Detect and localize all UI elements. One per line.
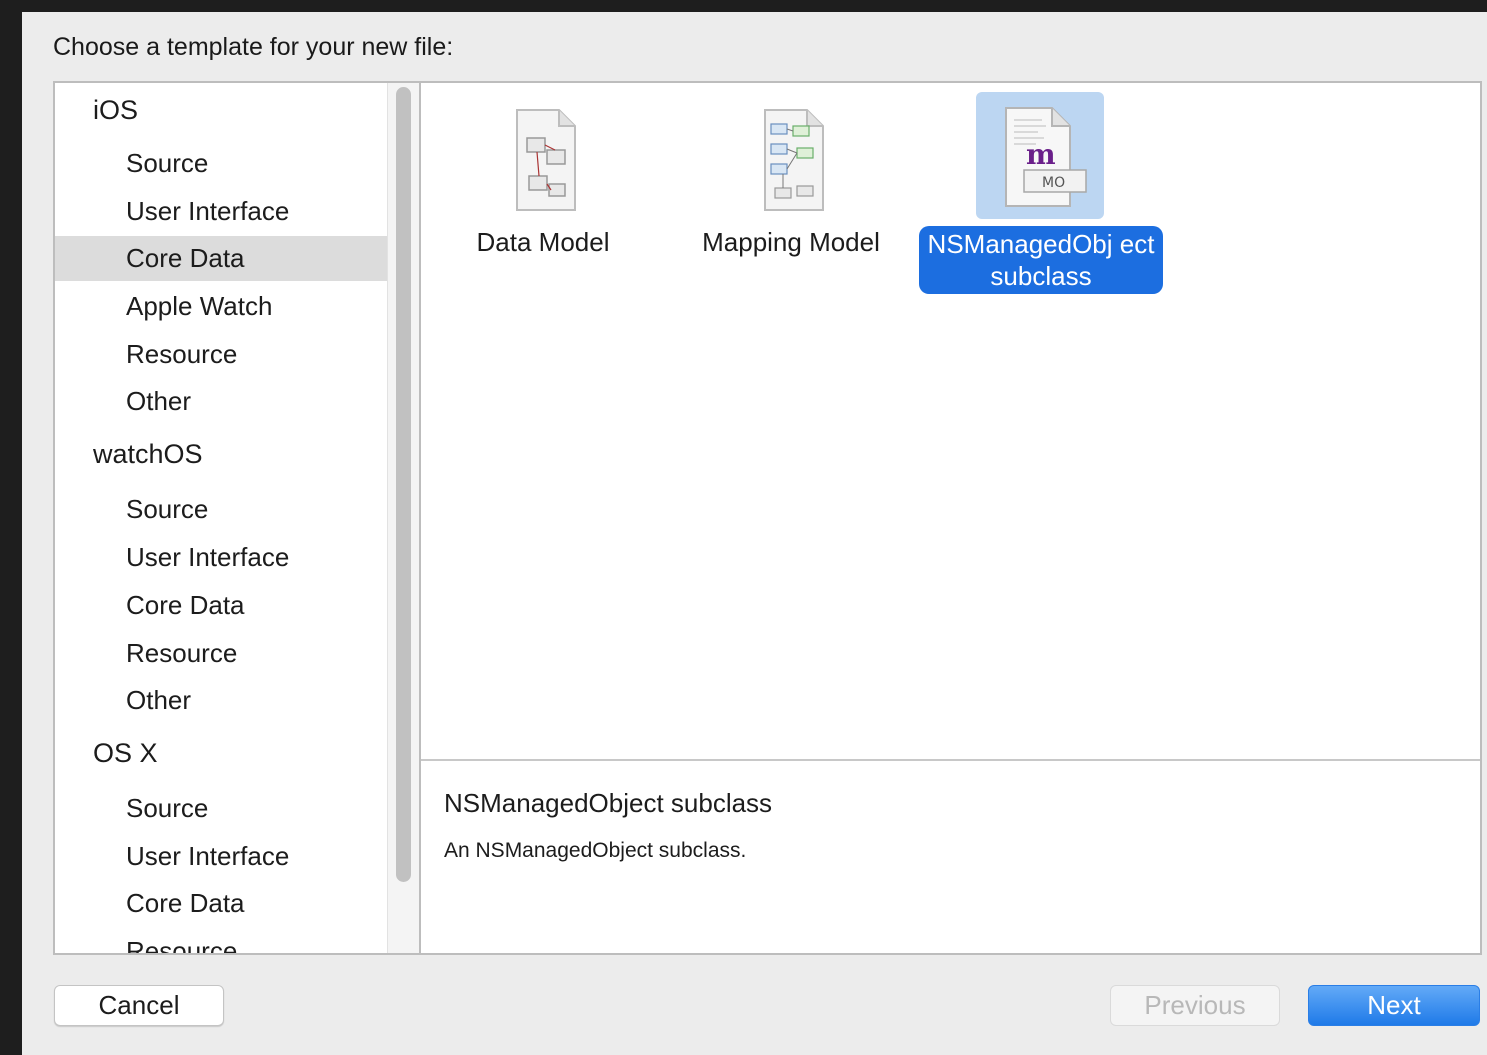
sidebar-item-osx-source[interactable]: Source <box>55 786 387 831</box>
dialog-prompt: Choose a template for your new file: <box>53 33 454 61</box>
template-description-title: NSManagedObject subclass <box>444 788 773 818</box>
sidebar-item-watchos-other[interactable]: Other <box>55 678 387 723</box>
sidebar-scrollbar[interactable] <box>387 83 419 953</box>
category-watchos: watchOS <box>93 439 203 469</box>
category-ios: iOS <box>93 95 139 125</box>
sidebar-scroll-thumb[interactable] <box>396 87 411 882</box>
sidebar-item-osx-core-data[interactable]: Core Data <box>55 881 387 926</box>
previous-button[interactable]: Previous <box>1110 985 1280 1026</box>
mapping-model-file-icon[interactable] <box>727 92 855 219</box>
template-description-text: An NSManagedObject subclass. <box>444 839 747 862</box>
category-osx: OS X <box>93 738 158 768</box>
sidebar-item-ios-user-interface[interactable]: User Interface <box>55 189 387 234</box>
sidebar-item-ios-core-data[interactable]: Core Data <box>55 236 387 281</box>
sidebar-item-ios-source[interactable]: Source <box>55 141 387 186</box>
sidebar-item-ios-apple-watch[interactable]: Apple Watch <box>55 284 387 329</box>
managed-object-letter: m <box>1026 138 1056 171</box>
sidebar-item-watchos-resource[interactable]: Resource <box>55 631 387 676</box>
sidebar-item-osx-user-interface[interactable]: User Interface <box>55 834 387 879</box>
managed-object-file-icon[interactable]: m MO <box>976 92 1104 219</box>
template-label: Data Model <box>476 227 610 257</box>
sidebar-item-ios-resource[interactable]: Resource <box>55 332 387 377</box>
next-button[interactable]: Next <box>1308 985 1480 1026</box>
sidebar-item-ios-other[interactable]: Other <box>55 379 387 424</box>
template-category-sidebar[interactable]: iOS Source User Interface Core Data Appl… <box>53 81 421 955</box>
template-gallery: Data Model Mapping Model m MO NSManagedO… <box>419 81 1482 955</box>
cancel-button[interactable]: Cancel <box>54 985 224 1026</box>
sidebar-item-watchos-user-interface[interactable]: User Interface <box>55 535 387 580</box>
sidebar-item-watchos-source[interactable]: Source <box>55 487 387 532</box>
template-label: Mapping Model <box>702 227 880 257</box>
managed-object-badge-text: MO <box>1042 175 1065 191</box>
data-model-file-icon[interactable] <box>479 92 607 219</box>
description-divider <box>421 759 1480 761</box>
template-chooser-sheet: Choose a template for your new file: iOS… <box>22 12 1487 1055</box>
sidebar-item-osx-resource[interactable]: Resource <box>55 929 387 953</box>
sidebar-item-watchos-core-data[interactable]: Core Data <box>55 583 387 628</box>
template-label-selected: NSManagedObj ect subclass <box>919 226 1163 294</box>
